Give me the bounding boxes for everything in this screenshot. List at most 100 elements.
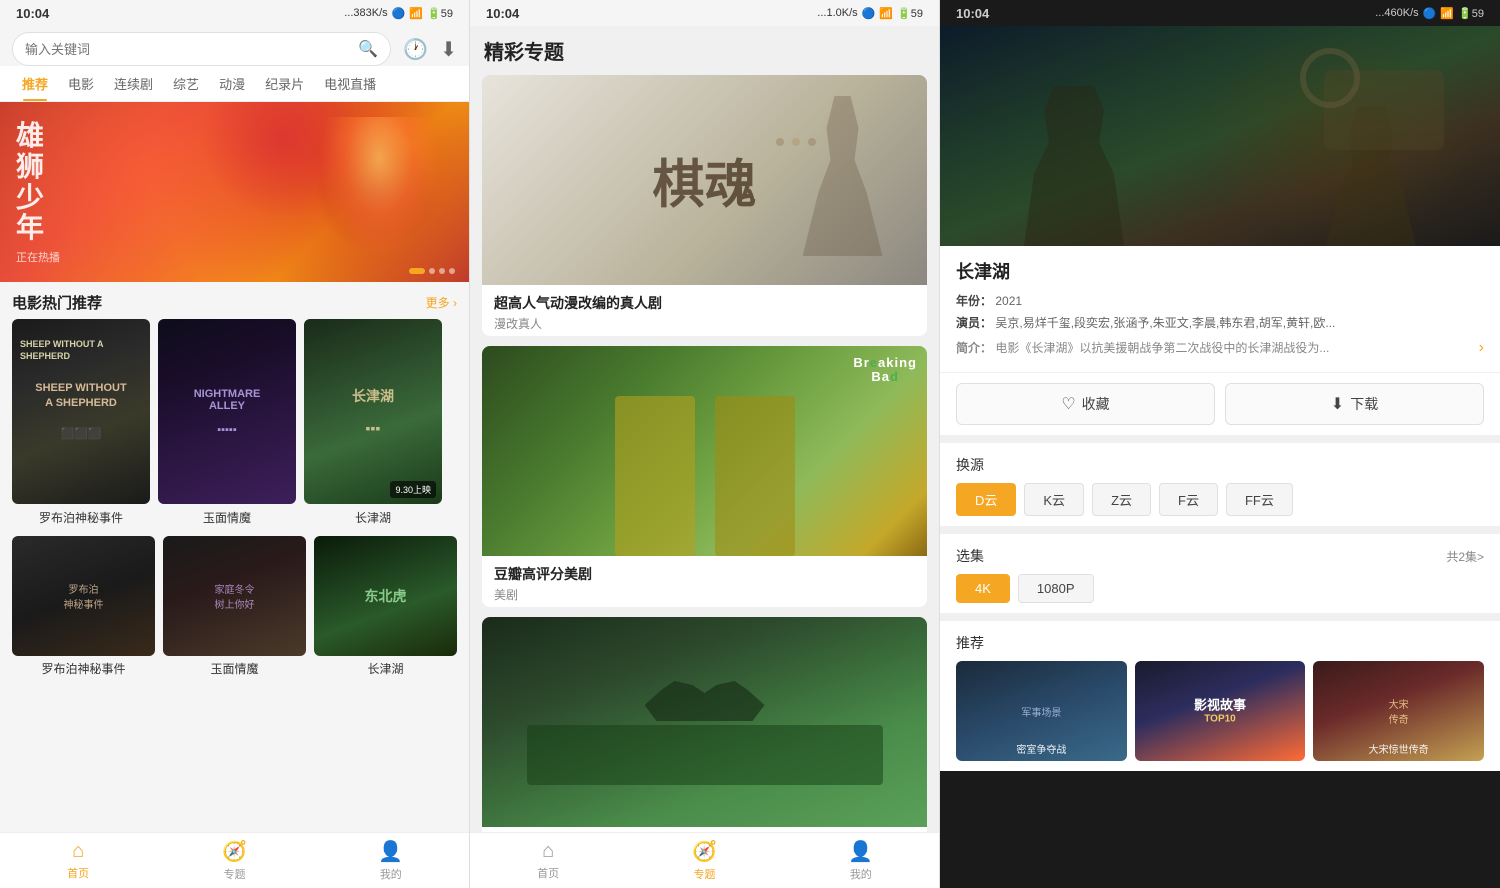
download-icon[interactable]: ⬇ bbox=[440, 37, 457, 62]
search-input[interactable] bbox=[25, 42, 350, 57]
bottom-movie-name-3: 长津湖 bbox=[314, 660, 457, 677]
status-bar-left: 10:04 ...383K/s 🔵 📶 🔋59 bbox=[0, 0, 469, 26]
movie-name-1: 罗布泊神秘事件 bbox=[12, 509, 150, 526]
hero-banner[interactable]: 雄狮少年 正在热播 bbox=[0, 102, 469, 282]
source-ffyun[interactable]: FF云 bbox=[1226, 483, 1293, 516]
chess-desc: 超高人气动漫改编的真人剧 漫改真人 bbox=[482, 285, 927, 336]
bb-poster: Breaking Bad bbox=[482, 346, 927, 556]
download-button[interactable]: ⬇ 下载 bbox=[1225, 383, 1484, 425]
episode-header: 选集 共2集> bbox=[956, 546, 1484, 566]
source-kyun[interactable]: K云 bbox=[1024, 483, 1084, 516]
history-icon[interactable]: 🕐 bbox=[403, 37, 428, 62]
nav-featured-left[interactable]: 🧭 专题 bbox=[156, 839, 312, 882]
nav-mine-left[interactable]: 👤 我的 bbox=[313, 839, 469, 882]
episode-label: 选集 bbox=[956, 546, 984, 566]
source-dyun[interactable]: D云 bbox=[956, 483, 1016, 516]
nav-mine-label-left: 我的 bbox=[380, 866, 402, 882]
tab-recommend[interactable]: 推荐 bbox=[12, 66, 58, 101]
more-button[interactable]: 更多 › bbox=[426, 294, 457, 311]
search-bar[interactable]: 🔍 bbox=[12, 32, 391, 66]
download-label: 下载 bbox=[1350, 394, 1378, 414]
collect-label: 收藏 bbox=[1082, 394, 1110, 414]
source-fyun[interactable]: F云 bbox=[1159, 483, 1218, 516]
movie-card-2[interactable]: NIGHTMAREALLEY▪▪▪▪▪ 玉面情魔 bbox=[158, 319, 296, 526]
featured-icon-left: 🧭 bbox=[222, 839, 247, 864]
movie-name-3: 长津湖 bbox=[304, 509, 442, 526]
status-icons-middle: ...1.0K/s 🔵 📶 🔋59 bbox=[817, 7, 923, 20]
movie-info: 长津湖 年份： 2021 演员： 吴京,易烊千玺,段奕宏,张涵予,朱亚文,李晨,… bbox=[940, 246, 1500, 372]
nav-featured-middle[interactable]: 🧭 专题 bbox=[626, 839, 782, 882]
bb-title: 豆瓣高评分美剧 bbox=[494, 564, 915, 584]
nav-home-middle[interactable]: ⌂ 首页 bbox=[470, 840, 626, 881]
tab-variety[interactable]: 综艺 bbox=[163, 66, 209, 101]
nav-mine-middle[interactable]: 👤 我的 bbox=[783, 839, 939, 882]
hero-bg: 雄狮少年 正在热播 bbox=[0, 102, 469, 282]
chess-poster: 棋魂 bbox=[482, 75, 927, 285]
rec-card-2[interactable]: 影视故事 TOP10 bbox=[1135, 661, 1306, 761]
status-bar-middle: 10:04 ...1.0K/s 🔵 📶 🔋59 bbox=[470, 0, 939, 26]
movie-cast: 演员： 吴京,易烊千玺,段奕宏,张涵予,朱亚文,李晨,韩东君,胡军,黄轩,欧..… bbox=[956, 314, 1484, 332]
episode-chips: 4K 1080P bbox=[956, 574, 1484, 603]
hero-subtitle: 正在热播 bbox=[16, 249, 60, 265]
nav-home-label-middle: 首页 bbox=[537, 865, 559, 881]
tab-documentary[interactable]: 纪录片 bbox=[255, 66, 314, 101]
search-icon[interactable]: 🔍 bbox=[358, 39, 378, 59]
movie-card-4[interactable]: 罗布泊神秘事件 罗布泊神秘事件 bbox=[12, 536, 155, 677]
movie-grid: SHEEP WITHOUTA SHEPHERD⬛⬛⬛ 罗布泊神秘事件 NIGHT… bbox=[0, 319, 469, 536]
middle-header: 精彩专题 bbox=[470, 26, 939, 75]
episode-section: 选集 共2集> 4K 1080P bbox=[940, 526, 1500, 613]
bb-subtitle: 美剧 bbox=[494, 586, 915, 603]
home-icon-left: ⌂ bbox=[72, 840, 84, 863]
right-content: 长津湖 年份： 2021 演员： 吴京,易烊千玺,段奕宏,张涵予,朱亚文,李晨,… bbox=[940, 26, 1500, 888]
status-bar-right: 10:04 ...460K/s 🔵 📶 🔋59 bbox=[940, 0, 1500, 26]
poster-2: NIGHTMAREALLEY▪▪▪▪▪ bbox=[158, 319, 296, 504]
source-section: 换源 D云 K云 Z云 F云 FF云 bbox=[940, 435, 1500, 526]
episode-1080p[interactable]: 1080P bbox=[1018, 574, 1094, 603]
tab-series[interactable]: 连续剧 bbox=[104, 66, 163, 101]
poster-3: 长津湖▪▪▪ 9.30上映 bbox=[304, 319, 442, 504]
source-chips: D云 K云 Z云 F云 FF云 bbox=[956, 483, 1484, 516]
recommend-grid: 军事场景 密室争夺战 影视故事 TOP10 大宋传奇 bbox=[956, 661, 1484, 761]
status-icons-right: ...460K/s 🔵 📶 🔋59 bbox=[1375, 7, 1484, 20]
bb-desc: 豆瓣高评分美剧 美剧 bbox=[482, 556, 927, 607]
tab-anime[interactable]: 动漫 bbox=[209, 66, 255, 101]
poster-1: SHEEP WITHOUTA SHEPHERD⬛⬛⬛ bbox=[12, 319, 150, 504]
nav-featured-label-left: 专题 bbox=[223, 866, 245, 882]
movie-card-6[interactable]: 东北虎 长津湖 bbox=[314, 536, 457, 677]
home-icon-middle: ⌂ bbox=[542, 840, 554, 863]
movie-name-2: 玉面情魔 bbox=[158, 509, 296, 526]
status-time-left: 10:04 bbox=[16, 6, 49, 21]
tab-live[interactable]: 电视直播 bbox=[314, 66, 386, 101]
movie-card-5[interactable]: 家庭冬令树上你好 玉面情魔 bbox=[163, 536, 306, 677]
desc-expand-arrow[interactable]: › bbox=[1479, 336, 1484, 360]
tab-movie[interactable]: 电影 bbox=[58, 66, 104, 101]
hot-movies-header: 电影热门推荐 更多 › bbox=[0, 282, 469, 319]
chess-title: 超高人气动漫改编的真人剧 bbox=[494, 293, 915, 313]
movie-card-3[interactable]: 长津湖▪▪▪ 9.30上映 长津湖 bbox=[304, 319, 442, 526]
heart-icon: ♡ bbox=[1061, 394, 1075, 414]
left-content: 雄狮少年 正在热播 电影热门推荐 更多 › SHEEP bbox=[0, 102, 469, 822]
video-player[interactable] bbox=[940, 26, 1500, 246]
download-icon-btn: ⬇ bbox=[1331, 394, 1344, 414]
collect-button[interactable]: ♡ 收藏 bbox=[956, 383, 1215, 425]
featured-war-card[interactable]: 战争大片 动作战争 bbox=[482, 617, 927, 835]
middle-page-title: 精彩专题 bbox=[484, 36, 925, 65]
featured-bb-card[interactable]: Breaking Bad 豆瓣高评分美剧 美剧 bbox=[482, 346, 927, 607]
featured-chess-card[interactable]: 棋魂 超高人气动漫改编的真人剧 漫改真人 bbox=[482, 75, 927, 336]
nav-featured-label-middle: 专题 bbox=[693, 866, 715, 882]
rec-card-1[interactable]: 军事场景 密室争夺战 bbox=[956, 661, 1127, 761]
nav-home-left[interactable]: ⌂ 首页 bbox=[0, 840, 156, 881]
movie-card-1[interactable]: SHEEP WITHOUTA SHEPHERD⬛⬛⬛ 罗布泊神秘事件 bbox=[12, 319, 150, 526]
chess-subtitle: 漫改真人 bbox=[494, 315, 915, 332]
compass-icon-middle: 🧭 bbox=[692, 839, 717, 864]
rec-label-1: 密室争夺战 bbox=[960, 745, 1123, 757]
bottom-movie-name-2: 玉面情魔 bbox=[163, 660, 306, 677]
source-zyun[interactable]: Z云 bbox=[1092, 483, 1151, 516]
nav-tabs: 推荐 电影 连续剧 综艺 动漫 纪录片 电视直播 bbox=[0, 66, 469, 102]
episode-4k[interactable]: 4K bbox=[956, 574, 1010, 603]
rec-card-3[interactable]: 大宋传奇 大宋惊世传奇 bbox=[1313, 661, 1484, 761]
middle-panel: 10:04 ...1.0K/s 🔵 📶 🔋59 精彩专题 棋魂 bbox=[470, 0, 940, 888]
nav-home-label-left: 首页 bbox=[67, 865, 89, 881]
mine-icon-left: 👤 bbox=[378, 839, 403, 864]
bottom-nav-left: ⌂ 首页 🧭 专题 👤 我的 bbox=[0, 832, 469, 888]
